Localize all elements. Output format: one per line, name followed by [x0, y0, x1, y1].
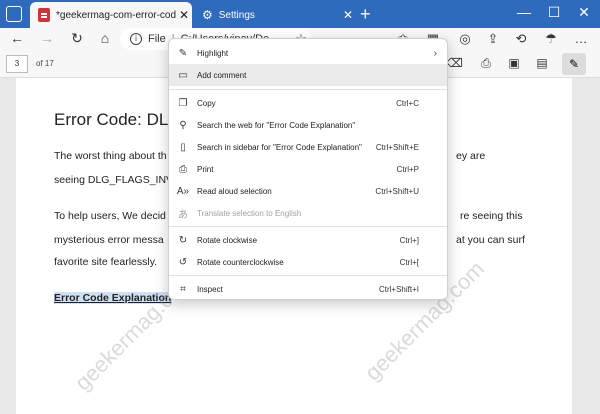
menu-item-label: Search in sidebar for "Error Code Explan… — [197, 142, 362, 152]
tab-title: Settings — [218, 9, 255, 21]
menu-item-search-web[interactable]: ⚲ Search the web for "Error Code Explana… — [169, 114, 447, 136]
menu-item-label: Print — [197, 164, 214, 174]
paragraph-line: mysterious error messa — [54, 234, 164, 246]
search-icon: ⚲ — [179, 119, 187, 131]
menu-item-label: Add comment — [197, 70, 247, 80]
menu-item-add-comment[interactable]: ▭ Add comment — [169, 64, 447, 86]
paragraph-line: seeing DLG_FLAGS_INVA — [54, 174, 180, 186]
info-icon[interactable]: i — [130, 33, 142, 45]
menu-item-print[interactable]: ⎙ Print Ctrl+P — [169, 158, 447, 180]
paragraph-line: The worst thing about th — [54, 150, 167, 162]
address-prefix: File — [148, 33, 166, 45]
menu-item-label: Search the web for "Error Code Explanati… — [197, 120, 356, 130]
menu-item-rotate-clockwise[interactable]: ↻ Rotate clockwise Ctrl+] — [169, 229, 447, 251]
menu-item-label: Translate selection to English — [197, 208, 302, 218]
context-menu: ✎ Highlight › ▭ Add comment ❐ Copy Ctrl+… — [168, 38, 448, 300]
menu-item-label: Highlight — [197, 48, 229, 58]
menu-item-read-aloud[interactable]: A» Read aloud selection Ctrl+Shift+U — [169, 180, 447, 202]
menu-item-search-sidebar[interactable]: ▯ Search in sidebar for "Error Code Expl… — [169, 136, 447, 158]
menu-item-highlight[interactable]: ✎ Highlight › — [169, 42, 447, 64]
tab-actions-icon[interactable] — [6, 6, 22, 22]
sidebar-icon: ▯ — [180, 141, 186, 153]
paragraph-line: at you can surf — [456, 234, 525, 246]
forward-arrow-icon[interactable]: → — [38, 30, 56, 46]
sync-icon[interactable]: ⟲ — [512, 31, 530, 47]
menu-item-label: Rotate counterclockwise — [197, 257, 284, 267]
rotate-cw-icon: ↻ — [178, 234, 188, 246]
pin-toolbar-icon[interactable]: ✎ — [562, 53, 586, 75]
minimize-button[interactable]: — — [514, 4, 534, 20]
menu-item-label: Inspect — [197, 284, 223, 294]
comment-icon: ▭ — [178, 69, 188, 81]
more-menu-icon[interactable]: … — [572, 31, 590, 46]
home-icon[interactable]: ⌂ — [96, 30, 114, 46]
tab-strip: *geekermag-com-error-code-dlg ✕ ⚙ Settin… — [0, 0, 600, 28]
back-arrow-icon[interactable]: ← — [8, 30, 26, 46]
menu-shortcut: Ctrl+Shift+U — [375, 186, 419, 196]
chevron-right-icon: › — [433, 47, 437, 59]
share-icon[interactable]: ⇪ — [484, 31, 502, 47]
paragraph-line: favorite site fearlessly. — [54, 256, 158, 268]
profile-avatar-icon[interactable]: ☂ — [542, 31, 560, 47]
rotate-ccw-icon: ↺ — [178, 256, 188, 268]
menu-divider — [169, 275, 447, 276]
new-tab-button[interactable]: + — [360, 4, 371, 24]
menu-item-label: Rotate clockwise — [197, 235, 258, 245]
save-icon[interactable]: ▣ — [506, 56, 522, 70]
close-window-button[interactable]: ✕ — [574, 4, 594, 21]
highlighter-icon: ✎ — [178, 47, 188, 59]
tab-settings[interactable]: ⚙ Settings ✕ — [194, 2, 356, 28]
selected-bold-heading[interactable]: Error Code Explanation — [54, 292, 172, 304]
menu-shortcut: Ctrl+[ — [399, 257, 419, 267]
eraser-icon[interactable]: ⌫ — [446, 56, 463, 70]
pdf-file-icon — [38, 8, 50, 22]
inspect-icon: ⌗ — [180, 283, 186, 295]
menu-shortcut: Ctrl+Shift+I — [378, 284, 419, 294]
printer-icon[interactable]: ⎙ — [478, 56, 494, 71]
menu-item-label: Copy — [197, 98, 216, 108]
menu-item-copy[interactable]: ❐ Copy Ctrl+C — [169, 92, 447, 114]
maximize-button[interactable]: ☐ — [544, 4, 564, 21]
extension-icon[interactable]: ◎ — [456, 31, 474, 47]
close-tab-icon[interactable]: ✕ — [176, 8, 192, 22]
save-as-icon[interactable]: ▤ — [534, 56, 550, 70]
menu-item-label: Read aloud selection — [197, 186, 272, 196]
close-tab-icon[interactable]: ✕ — [340, 8, 356, 22]
menu-shortcut: Ctrl+Shift+E — [375, 142, 419, 152]
paragraph-line: re seeing this — [460, 210, 523, 222]
paragraph-line: ey are — [456, 150, 486, 162]
menu-shortcut: Ctrl+P — [396, 164, 419, 174]
copy-icon: ❐ — [178, 97, 188, 109]
menu-item-inspect[interactable]: ⌗ Inspect Ctrl+Shift+I — [169, 278, 447, 300]
tab-pdf[interactable]: *geekermag-com-error-code-dlg ✕ — [30, 2, 192, 28]
translate-icon: あ — [178, 209, 188, 221]
page-total: of 17 — [36, 59, 54, 68]
gear-icon: ⚙ — [202, 8, 213, 22]
printer-icon: ⎙ — [179, 163, 187, 175]
menu-shortcut: Ctrl+C — [396, 98, 419, 108]
refresh-icon[interactable]: ↻ — [68, 30, 86, 47]
menu-divider — [169, 226, 447, 227]
tab-title: *geekermag-com-error-code-dlg — [56, 9, 176, 21]
menu-shortcut: Ctrl+] — [399, 235, 419, 245]
menu-item-translate[interactable]: あ Translate selection to English — [169, 202, 447, 224]
page-number-input[interactable]: 3 — [6, 55, 28, 73]
menu-item-rotate-counterclockwise[interactable]: ↺ Rotate counterclockwise Ctrl+[ — [169, 251, 447, 273]
menu-divider — [169, 89, 447, 90]
read-aloud-icon: A» — [176, 185, 190, 197]
paragraph-line: To help users, We decid — [54, 210, 166, 222]
document-heading: Error Code: DLG — [54, 110, 182, 129]
